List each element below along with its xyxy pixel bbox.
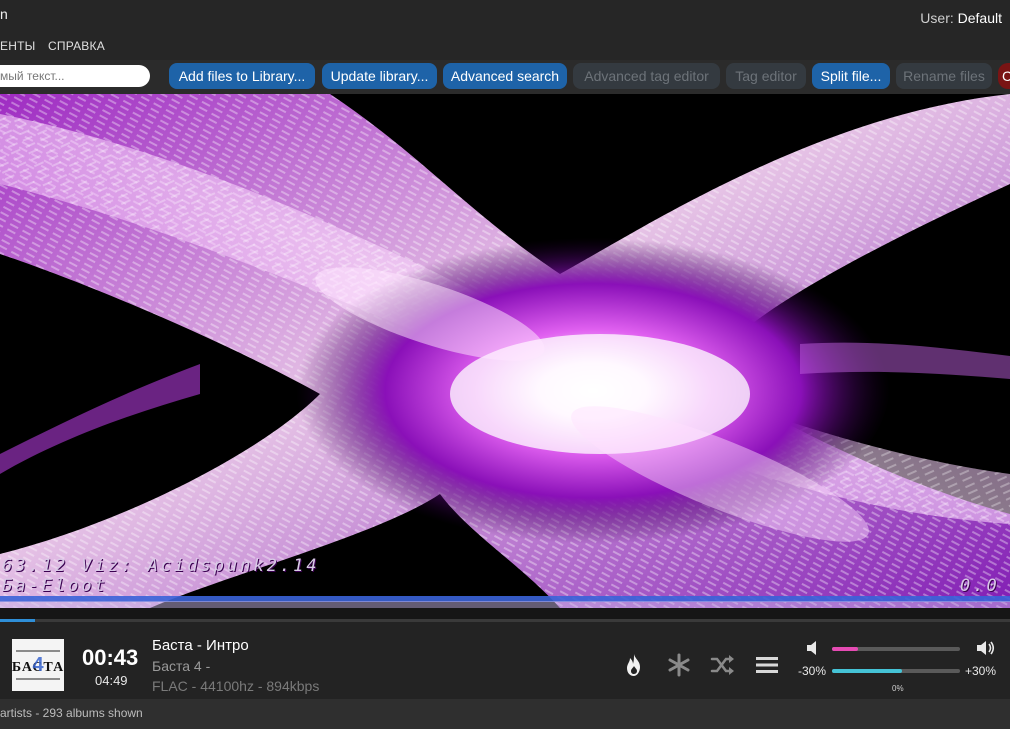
- title-bar: n User: Default: [0, 0, 1010, 34]
- menu-item-tools[interactable]: ЕНТЫ: [0, 39, 35, 53]
- cover-number: 4: [32, 654, 44, 676]
- visualizer-info-line2: Бa-Eloot: [2, 576, 108, 596]
- seek-bar[interactable]: [0, 608, 1010, 622]
- album-cover[interactable]: БАСТА 4: [12, 639, 64, 691]
- balance-min-label: -30%: [798, 664, 827, 678]
- visualizer[interactable]: 63.12 Viz: Acidspunk2.14 Бa-Eloot 0.0: [0, 94, 1010, 608]
- app-title: n: [0, 6, 8, 22]
- add-files-button[interactable]: Add files to Library...: [169, 63, 315, 89]
- advanced-tag-editor-button[interactable]: Advanced tag editor: [573, 63, 720, 89]
- balance-fill: [832, 669, 903, 673]
- menu-bar: ЕНТЫ СПРАВКА: [0, 34, 1010, 60]
- volume-slider[interactable]: [832, 647, 960, 651]
- split-file-button[interactable]: Split file...: [812, 63, 890, 89]
- album-cover-art: БАСТА 4: [12, 639, 64, 691]
- volume-fill: [832, 647, 858, 651]
- truncated-red-button[interactable]: C: [998, 63, 1010, 89]
- tag-editor-button[interactable]: Tag editor: [726, 63, 806, 89]
- search-input[interactable]: [0, 65, 150, 87]
- toolbar: Add files to Library... Update library..…: [0, 60, 1010, 94]
- balance-max-label: +30%: [965, 664, 997, 678]
- volume-high-icon[interactable]: [976, 640, 996, 656]
- user-label: User:: [920, 10, 954, 26]
- balance-slider[interactable]: [832, 669, 960, 673]
- user-indicator[interactable]: User: Default: [920, 10, 1002, 26]
- rename-files-button[interactable]: Rename files: [896, 63, 992, 89]
- track-format: FLAC - 44100hz - 894kbps: [152, 678, 320, 694]
- visualizer-info-right: 0.0: [960, 576, 1000, 596]
- menu-item-help[interactable]: СПРАВКА: [48, 39, 105, 53]
- shuffle-icon[interactable]: [709, 652, 735, 678]
- user-name: Default: [957, 10, 1002, 26]
- total-time: 04:49: [95, 673, 128, 688]
- status-text: artists - 293 albums shown: [0, 706, 143, 720]
- asterisk-icon[interactable]: [666, 652, 692, 678]
- visualizer-info-line1: 63.12 Viz: Acidspunk2.14: [2, 556, 320, 576]
- advanced-search-button[interactable]: Advanced search: [443, 63, 567, 89]
- fire-icon[interactable]: [621, 652, 647, 678]
- update-library-button[interactable]: Update library...: [322, 63, 437, 89]
- player-panel: БАСТА 4 00:43 04:49 Баста - Интро Баста …: [0, 622, 1010, 699]
- track-album[interactable]: Баста 4 -: [152, 658, 210, 674]
- balance-value: 0%: [892, 684, 904, 693]
- elapsed-time: 00:43: [82, 645, 139, 670]
- volume-low-icon[interactable]: [805, 640, 825, 656]
- track-title[interactable]: Баста - Интро: [152, 637, 249, 654]
- visualizer-graphic: [0, 94, 1010, 608]
- menu-icon[interactable]: [754, 652, 780, 678]
- status-bar: artists - 293 albums shown: [0, 699, 1010, 729]
